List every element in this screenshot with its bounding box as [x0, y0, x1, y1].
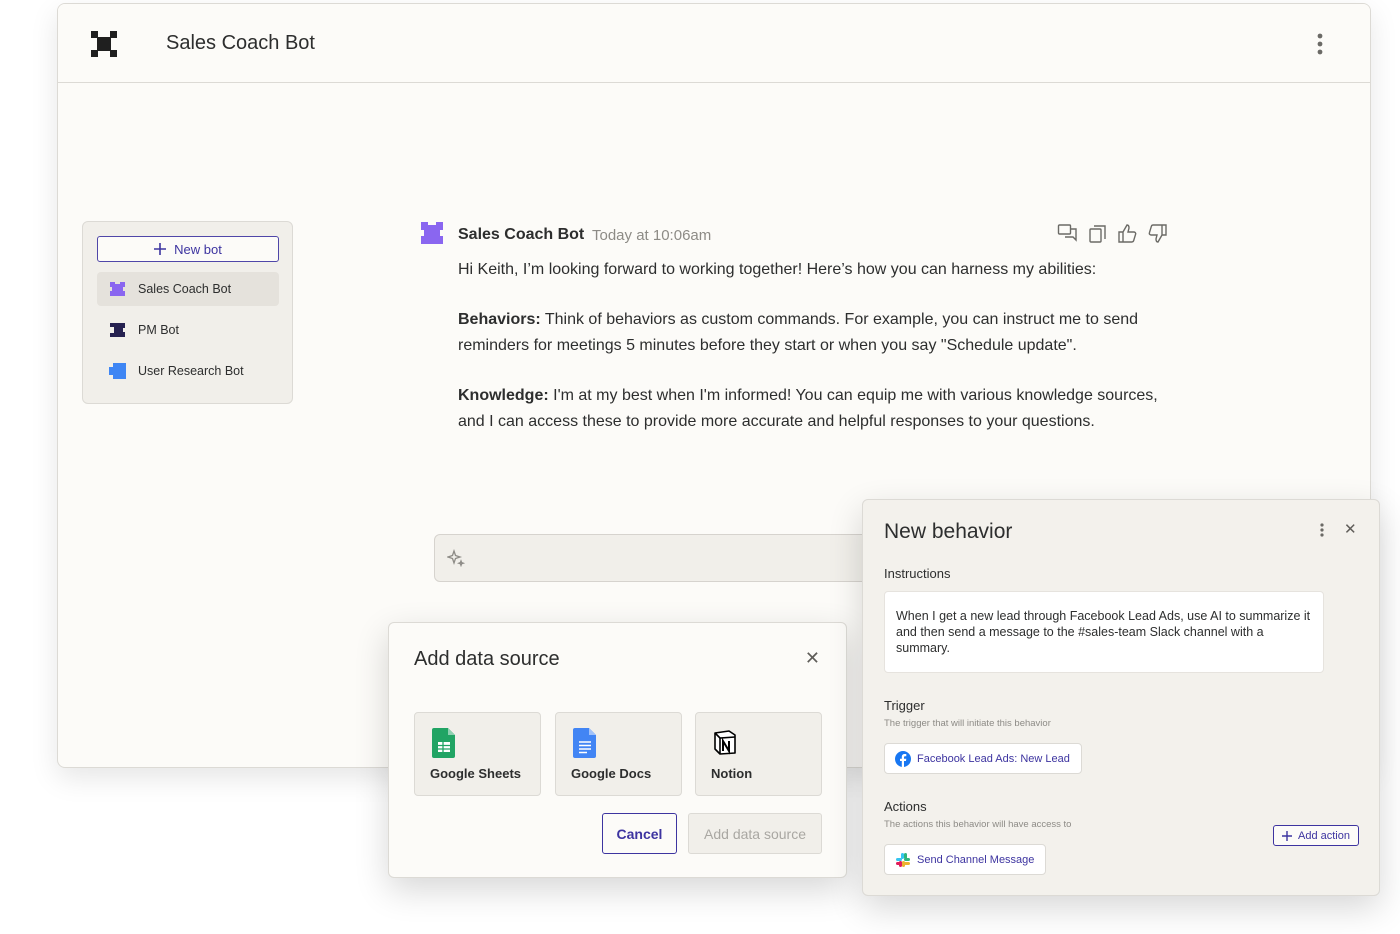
message-behaviors: Behaviors: Think of behaviors as custom …: [458, 307, 1178, 359]
trigger-chip-label: Facebook Lead Ads: New Lead: [917, 752, 1070, 765]
bot-sidebar: New bot Sales Coach Bot PM Bot User Rese…: [82, 221, 293, 404]
source-label: Google Sheets: [430, 766, 522, 781]
action-chip[interactable]: Send Channel Message: [884, 844, 1047, 875]
close-icon[interactable]: ✕: [1344, 521, 1357, 539]
trigger-description: The trigger that will initiate this beha…: [884, 718, 1051, 729]
facebook-icon: [895, 750, 911, 767]
source-label: Google Docs: [571, 766, 652, 781]
sidebar-item-label: Sales Coach Bot: [138, 282, 232, 296]
bot-puzzle-icon: [110, 282, 125, 296]
knowledge-heading: Knowledge:: [458, 387, 549, 404]
copy-icon[interactable]: [1087, 223, 1108, 244]
app-header: Sales Coach Bot: [58, 4, 1370, 83]
new-bot-label: New bot: [174, 241, 222, 257]
slack-icon: [896, 852, 910, 867]
chat-bubbles-icon[interactable]: [1057, 223, 1078, 244]
bot-puzzle-icon: [110, 323, 125, 337]
knowledge-text: I'm at my best when I'm informed! You ca…: [458, 387, 1158, 430]
trigger-label: Trigger: [884, 698, 925, 713]
cancel-button[interactable]: Cancel: [602, 813, 677, 854]
message-actions: [1057, 223, 1168, 244]
vertical-dots-icon[interactable]: [1316, 32, 1324, 56]
instructions-field[interactable]: When I get a new lead through Facebook L…: [884, 591, 1324, 673]
message-body: Hi Keith, I’m looking forward to working…: [458, 257, 1178, 459]
close-icon[interactable]: ✕: [805, 649, 820, 667]
data-source-notion[interactable]: Notion: [695, 712, 822, 796]
sidebar-item-sales-coach-bot[interactable]: Sales Coach Bot: [97, 272, 279, 306]
message-sender: Sales Coach Bot: [458, 226, 585, 243]
thumbs-down-icon[interactable]: [1147, 223, 1168, 244]
plus-icon: [154, 243, 167, 255]
message-timestamp: Today at 10:06am: [592, 227, 712, 244]
data-source-google-sheets[interactable]: Google Sheets: [414, 712, 541, 796]
sidebar-item-label: User Research Bot: [138, 364, 244, 378]
bot-puzzle-icon: [109, 363, 126, 379]
panel-title: New behavior: [884, 520, 1013, 543]
action-chip-label: Send Channel Message: [917, 853, 1035, 866]
actions-description: The actions this behavior will have acce…: [884, 819, 1072, 830]
notion-icon: [714, 730, 736, 755]
page-title: Sales Coach Bot: [166, 32, 315, 54]
sidebar-item-pm-bot[interactable]: PM Bot: [97, 313, 279, 347]
sidebar-item-label: PM Bot: [138, 323, 179, 337]
new-bot-button[interactable]: New bot: [97, 236, 279, 262]
add-data-source-modal: Add data source ✕ Google Sheets Google D…: [388, 622, 847, 878]
add-action-label: Add action: [1298, 829, 1350, 842]
instructions-label: Instructions: [884, 566, 951, 581]
sidebar-item-user-research-bot[interactable]: User Research Bot: [97, 354, 279, 388]
add-action-button[interactable]: Add action: [1273, 825, 1359, 846]
message-intro: Hi Keith, I’m looking forward to working…: [458, 261, 1097, 278]
source-label: Notion: [711, 766, 753, 781]
zapier-logo-icon: [91, 31, 117, 57]
data-source-google-docs[interactable]: Google Docs: [555, 712, 682, 796]
new-behavior-panel: New behavior ✕ Instructions When I get a…: [862, 499, 1380, 896]
actions-label: Actions: [884, 799, 927, 814]
vertical-dots-icon[interactable]: [1318, 522, 1326, 538]
add-data-source-button[interactable]: Add data source: [688, 813, 822, 854]
thumbs-up-icon[interactable]: [1117, 223, 1138, 244]
trigger-chip[interactable]: Facebook Lead Ads: New Lead: [884, 743, 1082, 774]
modal-title: Add data source: [414, 648, 560, 670]
bot-avatar-icon: [421, 222, 443, 244]
message-knowledge: Knowledge: I'm at my best when I'm infor…: [458, 383, 1178, 435]
sparkle-icon: [447, 549, 465, 567]
google-sheets-icon: [432, 728, 455, 758]
behaviors-heading: Behaviors:: [458, 311, 541, 328]
google-docs-icon: [573, 728, 596, 758]
plus-icon: [1282, 830, 1292, 841]
behaviors-text: Think of behaviors as custom commands. F…: [458, 311, 1139, 354]
